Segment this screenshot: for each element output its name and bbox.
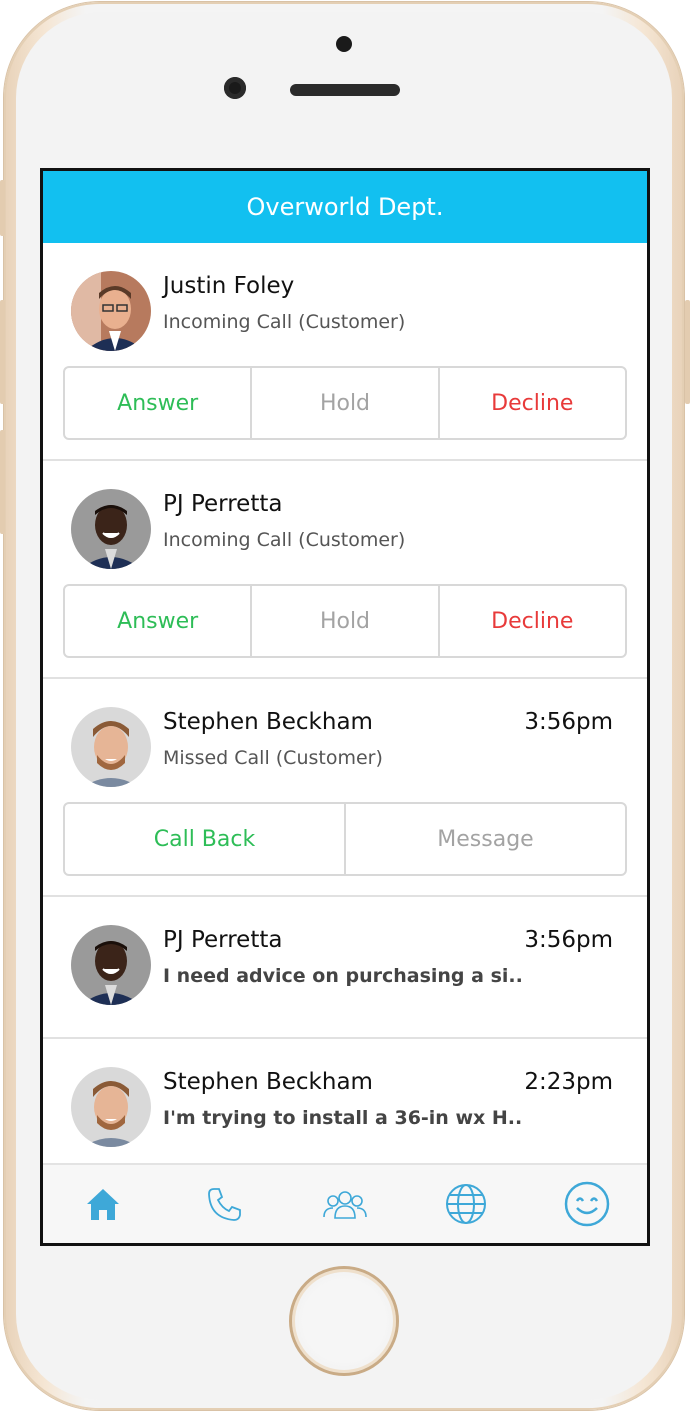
tab-web[interactable] [436,1174,496,1234]
decline-button[interactable]: Decline [440,368,625,438]
contact-name: Justin Foley [163,273,295,299]
answer-button[interactable]: Answer [65,368,253,438]
list-item[interactable]: PJ Perretta Incoming Call (Customer) Ans… [43,461,647,679]
tab-profile[interactable] [557,1174,617,1234]
proximity-sensor [336,36,352,52]
earpiece-speaker [290,84,400,96]
call-actions: Call Back Message [63,802,627,876]
hold-button[interactable]: Hold [252,368,440,438]
call-actions: Answer Hold Decline [63,584,627,658]
list-item[interactable]: Stephen Beckham 2:23pm I'm trying to ins… [43,1039,647,1181]
answer-button[interactable]: Answer [65,586,253,656]
list-item[interactable]: PJ Perretta 3:56pm I need advice on purc… [43,897,647,1039]
screen: Overworld Dept. Justin Foley Incoming Ca… [40,168,650,1246]
contacts-icon [323,1191,367,1219]
tab-contacts[interactable] [315,1174,375,1234]
list-item[interactable]: Justin Foley Incoming Call (Customer) An… [43,243,647,461]
page-title: Overworld Dept. [246,193,444,221]
power-button [685,300,690,404]
timestamp: 3:56pm [524,709,613,735]
header-bar: Overworld Dept. [43,171,647,243]
avatar [71,1067,151,1147]
contact-name: Stephen Beckham [163,709,373,735]
tab-home[interactable] [73,1174,133,1234]
contact-name: PJ Perretta [163,491,283,517]
contact-name: Stephen Beckham [163,1069,373,1095]
app-screen: Overworld Dept. Justin Foley Incoming Ca… [43,171,647,1243]
tab-bar [43,1163,647,1243]
smiley-icon [564,1181,609,1227]
hold-button[interactable]: Hold [252,586,440,656]
call-actions: Answer Hold Decline [63,366,627,440]
list-item[interactable]: Stephen Beckham 3:56pm Missed Call (Cust… [43,679,647,897]
home-icon [87,1189,120,1220]
message-preview: I'm trying to install a 36-in wx H... [163,1107,523,1129]
volume-up-button [0,300,5,404]
phone-icon [208,1188,242,1221]
front-camera [224,77,246,99]
avatar [71,271,151,351]
call-status: Incoming Call (Customer) [163,529,406,551]
decline-button[interactable]: Decline [440,586,625,656]
avatar [71,707,151,787]
silent-switch [0,180,5,236]
message-button[interactable]: Message [346,804,625,874]
call-back-button[interactable]: Call Back [65,804,346,874]
tab-calls[interactable] [194,1174,254,1234]
home-button[interactable] [289,1266,399,1376]
timestamp: 3:56pm [524,927,613,953]
avatar [71,925,151,1005]
contact-name: PJ Perretta [163,927,283,953]
message-preview: I need advice on purchasing a si... [163,965,523,987]
volume-down-button [0,430,5,534]
globe-icon [445,1184,486,1224]
timestamp: 2:23pm [524,1069,613,1095]
call-status: Missed Call (Customer) [163,747,383,769]
call-status: Incoming Call (Customer) [163,311,406,333]
avatar [71,489,151,569]
